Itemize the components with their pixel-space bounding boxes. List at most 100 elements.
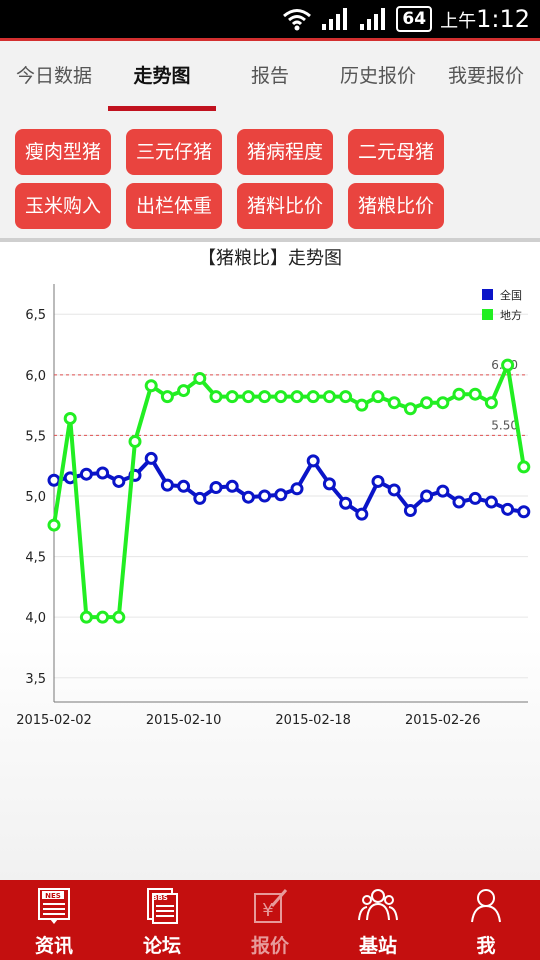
nav-station-label: 基站 <box>358 935 397 957</box>
data-point <box>79 467 93 481</box>
tab-trend-chart[interactable]: 走势图 <box>108 41 216 113</box>
trend-chart: 3,5 4,0 4,5 5,0 5,5 6,0 6,5 2015-02-02 2015-02-1… <box>16 284 531 728</box>
data-point <box>436 396 450 410</box>
data-point <box>128 434 142 448</box>
data-point <box>322 390 336 404</box>
data-point <box>193 491 207 505</box>
category-corn-purchase[interactable]: 玉米购入 <box>15 183 111 229</box>
data-point <box>468 491 482 505</box>
data-point <box>403 402 417 416</box>
nav-station[interactable]: 基站 <box>324 880 432 960</box>
svg-text:BBS: BBS <box>152 894 168 902</box>
data-point <box>241 490 255 504</box>
data-point <box>241 390 255 404</box>
reference-line-label: 5.50 <box>491 418 518 432</box>
data-point <box>96 610 110 624</box>
news-icon: NES <box>38 888 70 924</box>
bbs-icon: BBS <box>147 888 178 924</box>
data-point <box>47 518 61 532</box>
tab-submit-price[interactable]: 我要报价 <box>432 41 540 113</box>
status-clock: 上午1:12 <box>440 5 530 33</box>
x-tick-label: 2015-02-10 <box>146 713 222 728</box>
group-icon <box>358 889 398 921</box>
nav-news-label: 资讯 <box>34 935 73 957</box>
data-point <box>144 451 158 465</box>
user-icon <box>471 889 501 923</box>
nav-me[interactable]: 我 <box>432 880 540 960</box>
category-slaughter-weight[interactable]: 出栏体重 <box>126 183 222 229</box>
data-point <box>355 398 369 412</box>
data-point <box>112 474 126 488</box>
nav-me-label: 我 <box>476 935 496 957</box>
svg-text:¥: ¥ <box>262 900 273 921</box>
nav-price-label: 报价 <box>250 935 289 957</box>
data-point <box>517 460 531 474</box>
data-point <box>209 481 223 495</box>
legend-label: 全国 <box>500 288 522 302</box>
category-disease-level[interactable]: 猪病程度 <box>237 129 333 175</box>
nav-forum-label: 论坛 <box>142 935 181 957</box>
data-point <box>322 477 336 491</box>
top-tab-bar: 今日数据 走势图 报告 历史报价 我要报价 <box>0 41 540 113</box>
y-tick-label: 6,0 <box>25 369 46 384</box>
tab-report[interactable]: 报告 <box>216 41 324 113</box>
nav-forum[interactable]: BBS 论坛 <box>108 880 216 960</box>
data-point <box>290 482 304 496</box>
data-point <box>177 479 191 493</box>
data-point <box>112 610 126 624</box>
category-binary-sow[interactable]: 二元母猪 <box>348 129 444 175</box>
x-tick-label: 2015-02-26 <box>405 713 481 728</box>
y-tick-label: 5,5 <box>25 429 46 444</box>
data-point <box>355 507 369 521</box>
category-buttons: 瘦肉型猪 三元仔猪 猪病程度 二元母猪 玉米购入 出栏体重 猪料比价 猪粮比价 <box>0 113 540 238</box>
data-point <box>96 466 110 480</box>
data-point <box>225 390 239 404</box>
signal-icon <box>320 6 350 32</box>
data-point <box>306 390 320 404</box>
data-point <box>387 483 401 497</box>
nav-news[interactable]: NES 资讯 <box>0 880 108 960</box>
category-ternary-piglet[interactable]: 三元仔猪 <box>126 129 222 175</box>
y-tick-label: 4,5 <box>25 551 46 566</box>
data-point <box>274 390 288 404</box>
data-point <box>452 387 466 401</box>
data-point <box>339 496 353 510</box>
legend-swatch <box>482 289 493 300</box>
clock-time: 1:12 <box>476 5 530 33</box>
data-point <box>79 610 93 624</box>
data-point <box>420 396 434 410</box>
price-icon: ¥ <box>254 889 288 923</box>
active-tab-indicator <box>108 106 216 111</box>
legend-swatch <box>482 309 493 320</box>
legend-label: 地方 <box>500 308 522 322</box>
data-point <box>371 390 385 404</box>
status-bar: 64 上午1:12 <box>0 0 540 38</box>
data-point <box>371 474 385 488</box>
data-point <box>403 504 417 518</box>
y-tick-label: 4,0 <box>25 611 46 626</box>
data-point <box>258 489 272 503</box>
category-feed-ratio[interactable]: 猪料比价 <box>237 183 333 229</box>
data-point <box>144 379 158 393</box>
data-point <box>387 396 401 410</box>
data-point <box>306 454 320 468</box>
signal-icon-2 <box>358 6 388 32</box>
category-lean-pig[interactable]: 瘦肉型猪 <box>15 129 111 175</box>
data-point <box>436 484 450 498</box>
nav-price[interactable]: ¥ 报价 <box>216 880 324 960</box>
data-point <box>63 411 77 425</box>
clock-prefix: 上午 <box>440 11 477 32</box>
tab-today-data[interactable]: 今日数据 <box>0 41 108 113</box>
series-line-national <box>53 456 525 517</box>
category-grain-ratio[interactable]: 猪粮比价 <box>348 183 444 229</box>
svg-text:NES: NES <box>45 892 61 900</box>
y-tick-label: 5,0 <box>25 490 46 505</box>
battery-indicator: 64 <box>396 6 433 32</box>
data-point <box>339 390 353 404</box>
data-point <box>501 502 515 516</box>
y-tick-label: 3,5 <box>25 672 46 687</box>
data-point <box>258 390 272 404</box>
data-point <box>484 495 498 509</box>
data-point <box>225 479 239 493</box>
tab-history-price[interactable]: 历史报价 <box>324 41 432 113</box>
